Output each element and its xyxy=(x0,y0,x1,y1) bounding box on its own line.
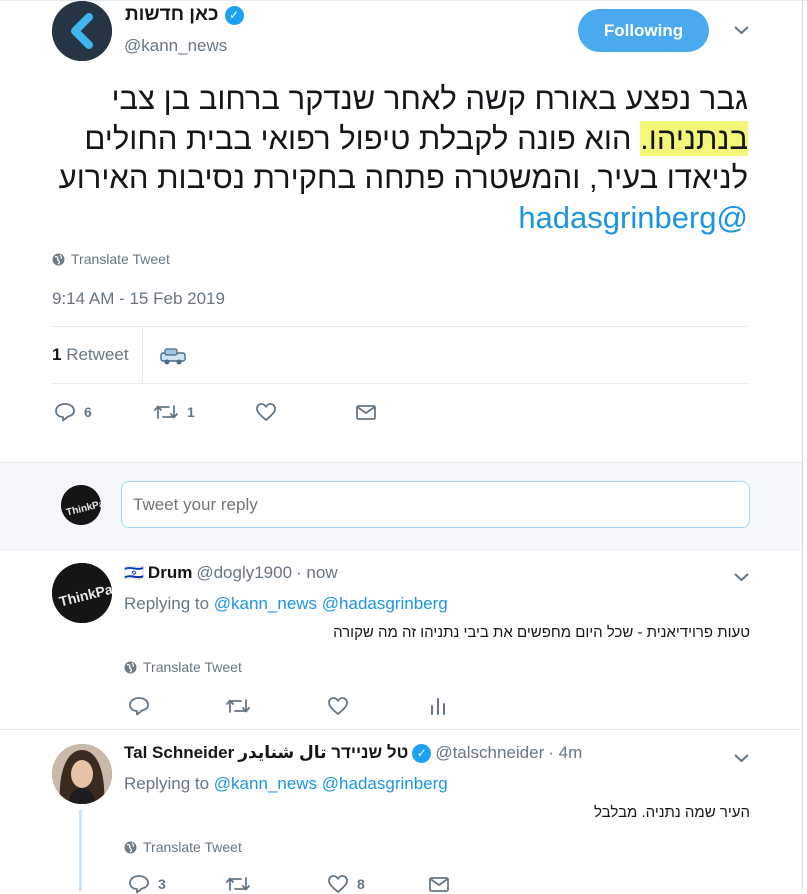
retweet-icon xyxy=(226,877,250,891)
thinkpad-logo-icon: ThinkPad xyxy=(61,485,101,525)
tweet-text: גבר נפצע באורח קשה לאחר שנדקר ברחוב בן צ… xyxy=(40,79,748,237)
reply-action[interactable]: 3 xyxy=(128,874,166,894)
reply-input[interactable] xyxy=(121,481,750,528)
retweet-count: 1 xyxy=(52,345,62,364)
verified-badge-icon: ✓ xyxy=(412,743,432,763)
retweeter-avatar[interactable] xyxy=(158,345,188,372)
author-avatar[interactable] xyxy=(52,1,112,61)
globe-icon xyxy=(52,253,65,265)
translate-tweet-link[interactable]: Translate Tweet xyxy=(124,839,242,855)
replying-prefix: Replying to xyxy=(124,594,210,613)
retweet-icon xyxy=(154,405,178,419)
mention-link[interactable]: @hadasgrinberg xyxy=(518,200,748,235)
translate-label[interactable]: Translate Tweet xyxy=(143,659,242,675)
reply-count: 6 xyxy=(84,404,92,420)
retweet-action-count: 1 xyxy=(187,404,195,420)
verified-badge-icon: ✓ xyxy=(224,5,244,25)
reply-author-avatar[interactable]: ThinkPad xyxy=(52,563,112,623)
replying-to: Replying to @kann_news @hadasgrinberg xyxy=(124,594,448,614)
reply-author-name[interactable]: Drum xyxy=(148,563,192,583)
reply-author-name-rtl[interactable]: טל שניידר تال شنايدر xyxy=(238,743,408,763)
retweeter-avatar-icon xyxy=(160,348,186,365)
like-action[interactable] xyxy=(255,402,277,422)
kan-logo-icon xyxy=(52,1,112,61)
analytics-action[interactable] xyxy=(428,696,448,716)
translate-tweet-link[interactable]: Translate Tweet xyxy=(52,251,170,267)
reply-author-handle[interactable]: @talschneider xyxy=(435,743,544,763)
profile-photo-icon xyxy=(52,744,112,804)
globe-icon xyxy=(124,661,137,673)
heart-icon xyxy=(328,697,348,715)
translate-label[interactable]: Translate Tweet xyxy=(71,251,170,267)
reply-time[interactable]: · 4m xyxy=(548,743,582,763)
mention-link[interactable]: @hadasgrinberg xyxy=(322,594,448,613)
tweet-text-part: גבר נפצע באורח קשה לאחר שנדקר ברחוב בן צ… xyxy=(111,81,748,116)
following-button[interactable]: Following xyxy=(578,9,709,52)
reply-icon xyxy=(129,875,149,894)
envelope-icon xyxy=(356,405,376,420)
reply-author-name[interactable]: Tal Schneider xyxy=(124,743,234,763)
retweet-action[interactable]: 1 xyxy=(153,402,195,422)
chevron-down-icon[interactable] xyxy=(733,23,750,41)
heart-icon xyxy=(328,875,348,893)
globe-icon xyxy=(124,841,137,853)
reply-text: טעות פרוידיאנית - שכל היום מחפשים את ביב… xyxy=(333,624,750,641)
retweet-action[interactable] xyxy=(225,874,251,894)
mention-link[interactable]: @kann_news xyxy=(214,774,317,793)
like-action[interactable]: 8 xyxy=(327,874,365,894)
reply-time[interactable]: · now xyxy=(296,563,338,583)
reply-header: 🇮🇱 Drum @dogly1900 · now xyxy=(124,563,338,583)
like-count: 8 xyxy=(357,876,365,892)
tweet-timestamp[interactable]: 9:14 AM - 15 Feb 2019 xyxy=(52,289,225,309)
mention-link[interactable]: @hadasgrinberg xyxy=(322,774,448,793)
thread-connector xyxy=(79,810,82,891)
reply-action[interactable] xyxy=(128,696,150,716)
replying-to: Replying to @kann_news @hadasgrinberg xyxy=(124,774,448,794)
envelope-icon xyxy=(429,877,449,892)
retweet-stats-label: Retweet xyxy=(66,345,129,364)
translate-label[interactable]: Translate Tweet xyxy=(143,839,242,855)
reply-author-avatar[interactable] xyxy=(52,744,112,804)
retweet-action[interactable] xyxy=(225,696,251,716)
author-name-row[interactable]: כאן חדשות ✓ xyxy=(125,4,244,26)
author-handle[interactable]: @kann_news xyxy=(124,36,227,56)
analytics-icon xyxy=(431,698,445,715)
reply-text: העיר שמה נתניה. מבלבל xyxy=(594,804,750,821)
mention-link[interactable]: @kann_news xyxy=(214,594,317,613)
direct-message-action[interactable] xyxy=(355,402,377,422)
author-name[interactable]: כאן חדשות xyxy=(125,4,219,26)
retweet-icon xyxy=(226,699,250,713)
israel-flag-icon: 🇮🇱 xyxy=(124,565,144,582)
reply-action[interactable]: 6 xyxy=(54,402,92,422)
reply-count: 3 xyxy=(158,876,166,892)
direct-message-action[interactable] xyxy=(428,874,450,894)
translate-tweet-link[interactable]: Translate Tweet xyxy=(124,659,242,675)
reply-author-handle[interactable]: @dogly1900 xyxy=(196,563,292,583)
user-avatar[interactable]: ThinkPad xyxy=(61,485,101,525)
chevron-down-icon[interactable] xyxy=(733,570,750,588)
like-action[interactable] xyxy=(327,696,349,716)
replying-prefix: Replying to xyxy=(124,774,210,793)
reply-icon xyxy=(55,403,75,422)
heart-icon xyxy=(256,403,276,421)
chevron-down-icon[interactable] xyxy=(733,751,750,769)
reply-header: Tal Schneider טל שניידר تال شنايدر ✓ @ta… xyxy=(124,743,582,763)
retweet-stats[interactable]: 1 Retweet xyxy=(52,345,129,365)
thinkpad-logo-icon: ThinkPad xyxy=(52,563,112,623)
highlighted-text: בנתניהו. xyxy=(640,120,748,156)
reply-icon xyxy=(129,697,149,716)
